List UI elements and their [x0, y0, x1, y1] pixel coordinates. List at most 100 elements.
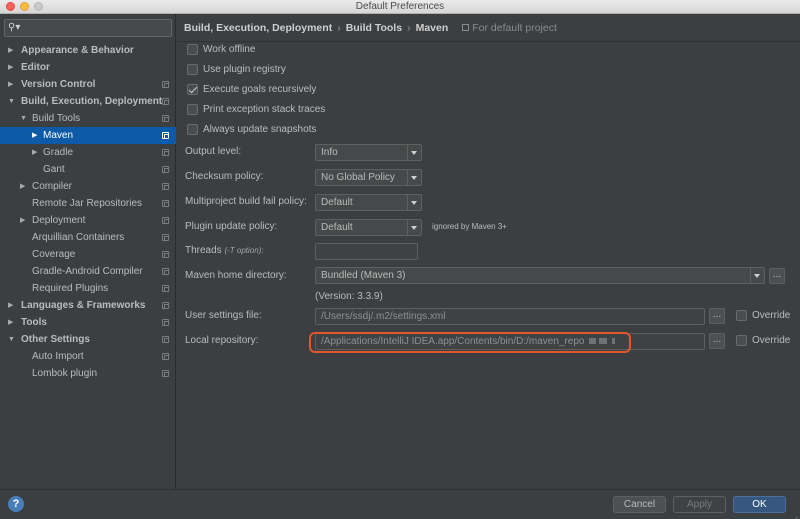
sidebar-item-build-tools[interactable]: ▼ Build Tools — [0, 110, 176, 127]
project-settings-icon — [162, 336, 169, 343]
sidebar-item-appearance-behavior[interactable]: ▶ Appearance & Behavior — [0, 42, 176, 59]
chevron-down-icon[interactable] — [407, 220, 421, 235]
sidebar-item-label: Build, Execution, Deployment — [21, 96, 163, 107]
annotation-highlight-box — [309, 332, 631, 353]
select-value: Info — [321, 147, 338, 158]
project-settings-icon — [162, 319, 169, 326]
collapsed-arrow-icon[interactable]: ▶ — [8, 314, 13, 331]
chevron-down-icon[interactable] — [407, 195, 421, 210]
maven-home-browse-button[interactable]: ... — [769, 268, 785, 284]
maven-home-label: Maven home directory: — [185, 270, 287, 281]
sidebar-item-arquillian-containers[interactable]: Arquillian Containers — [0, 229, 176, 246]
sidebar-item-label: Gradle — [43, 147, 74, 158]
project-settings-icon — [162, 268, 169, 275]
multiproject-policy-select[interactable]: Default — [315, 194, 422, 211]
multiproject-policy-label: Multiproject build fail policy: — [185, 196, 307, 207]
threads-label: Threads (-T option): — [185, 243, 264, 259]
sidebar-item-required-plugins[interactable]: Required Plugins — [0, 280, 176, 297]
help-button[interactable]: ? — [8, 496, 24, 512]
plugin-update-policy-label: Plugin update policy: — [185, 221, 278, 232]
checksum-policy-select[interactable]: No Global Policy — [315, 169, 422, 186]
user-settings-value: /Users/ssdj/.m2/settings.xml — [321, 311, 446, 322]
checkbox-label: Override — [752, 335, 791, 346]
settings-search-input[interactable]: ⚲▾ — [4, 19, 172, 37]
cancel-button[interactable]: Cancel — [613, 496, 666, 513]
sidebar-item-gant[interactable]: Gant — [0, 161, 176, 178]
sidebar-item-label: Maven — [43, 130, 74, 141]
window-title: Default Preferences — [355, 1, 445, 12]
project-settings-icon — [162, 149, 169, 156]
local-repository-browse-button[interactable]: ... — [709, 333, 725, 349]
threads-input[interactable] — [315, 243, 418, 260]
checkbox[interactable] — [187, 84, 198, 95]
user-settings-input[interactable]: /Users/ssdj/.m2/settings.xml — [315, 308, 705, 325]
breadcrumb-item: Build Tools — [345, 22, 403, 34]
checkbox[interactable] — [187, 64, 198, 75]
collapsed-arrow-icon[interactable]: ▶ — [8, 59, 13, 76]
threads-label-text: Threads — [185, 245, 222, 256]
sidebar-item-build-execution-deployment[interactable]: ▼ Build, Execution, Deployment — [0, 93, 176, 110]
checkbox[interactable] — [736, 310, 747, 321]
project-settings-icon — [162, 370, 169, 377]
sidebar-item-label: Languages & Frameworks — [21, 300, 146, 311]
sidebar-item-editor[interactable]: ▶ Editor — [0, 59, 176, 76]
threads-hint: (-T option): — [224, 246, 264, 255]
sidebar-item-label: Appearance & Behavior — [21, 45, 134, 56]
project-settings-icon — [162, 251, 169, 258]
collapsed-arrow-icon[interactable]: ▶ — [8, 76, 13, 93]
chevron-down-icon[interactable] — [407, 145, 421, 160]
sidebar-item-coverage[interactable]: Coverage — [0, 246, 176, 263]
output-level-select[interactable]: Info — [315, 144, 422, 161]
select-value: Default — [321, 222, 353, 233]
project-settings-icon — [162, 200, 169, 207]
sidebar-item-gradle[interactable]: ▶ Gradle — [0, 144, 176, 161]
collapsed-arrow-icon[interactable]: ▶ — [8, 42, 13, 59]
sidebar-item-deployment[interactable]: ▶ Deployment — [0, 212, 176, 229]
sidebar-item-label: Required Plugins — [32, 283, 109, 294]
checkbox[interactable] — [187, 104, 198, 115]
sidebar-item-other-settings[interactable]: ▼ Other Settings — [0, 331, 176, 348]
chevron-down-icon[interactable] — [750, 268, 764, 283]
collapsed-arrow-icon[interactable]: ▶ — [20, 178, 25, 195]
checkbox[interactable] — [736, 335, 747, 346]
sidebar-item-maven[interactable]: ▶ Maven — [0, 127, 176, 144]
user-settings-browse-button[interactable]: ... — [709, 308, 725, 324]
expanded-arrow-icon[interactable]: ▼ — [8, 93, 15, 110]
expanded-arrow-icon[interactable]: ▼ — [20, 110, 27, 127]
maven-home-select[interactable]: Bundled (Maven 3) — [315, 267, 765, 284]
project-settings-icon — [162, 132, 169, 139]
project-settings-icon — [162, 234, 169, 241]
project-settings-icon — [162, 285, 169, 292]
resize-grip-icon[interactable] — [789, 508, 798, 517]
search-icon: ⚲▾ — [8, 22, 21, 33]
chevron-down-icon[interactable] — [407, 170, 421, 185]
checkbox-label: Execute goals recursively — [203, 84, 317, 95]
checkbox-label: Work offline — [203, 44, 256, 55]
sidebar-item-languages-frameworks[interactable]: ▶ Languages & Frameworks — [0, 297, 176, 314]
sidebar-item-remote-jar-repositories[interactable]: Remote Jar Repositories — [0, 195, 176, 212]
sidebar-item-label: Deployment — [32, 215, 86, 226]
sidebar-item-compiler[interactable]: ▶ Compiler — [0, 178, 176, 195]
maven-version: (Version: 3.3.9) — [315, 291, 383, 302]
collapsed-arrow-icon[interactable]: ▶ — [32, 144, 37, 161]
apply-button[interactable]: Apply — [673, 496, 726, 513]
scope-text: For default project — [472, 22, 557, 34]
collapsed-arrow-icon[interactable]: ▶ — [8, 297, 13, 314]
scope-label: For default project — [462, 22, 557, 34]
sidebar-item-label: Version Control — [21, 79, 96, 90]
expanded-arrow-icon[interactable]: ▼ — [8, 331, 15, 348]
breadcrumb-item: Build, Execution, Deployment — [184, 22, 333, 34]
sidebar-item-auto-import[interactable]: Auto Import — [0, 348, 176, 365]
collapsed-arrow-icon[interactable]: ▶ — [32, 127, 37, 144]
plugin-update-policy-select[interactable]: Default — [315, 219, 422, 236]
sidebar-item-gradle-android-compiler[interactable]: Gradle-Android Compiler — [0, 263, 176, 280]
ok-button[interactable]: OK — [733, 496, 786, 513]
checkbox[interactable] — [187, 44, 198, 55]
sidebar-item-label: Editor — [21, 62, 50, 73]
header-divider — [177, 41, 800, 42]
collapsed-arrow-icon[interactable]: ▶ — [20, 212, 25, 229]
sidebar-item-tools[interactable]: ▶ Tools — [0, 314, 176, 331]
sidebar-item-version-control[interactable]: ▶ Version Control — [0, 76, 176, 93]
checkbox[interactable] — [187, 124, 198, 135]
sidebar-item-lombok-plugin[interactable]: Lombok plugin — [0, 365, 176, 382]
